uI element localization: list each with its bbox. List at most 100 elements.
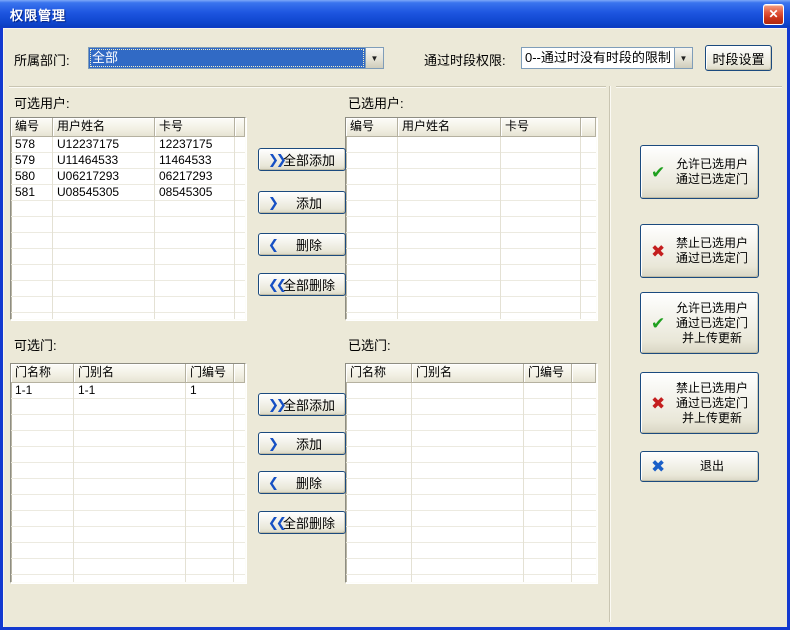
column-separator xyxy=(73,383,74,582)
table-cell: 06217293 xyxy=(155,169,235,185)
dialog-content: 所属部门: 全部 ▼ 通过时段权限: 0--通过时没有时段的限制 ▼ 时段设置 … xyxy=(3,28,787,627)
time-settings-button[interactable]: 时段设置 xyxy=(705,45,772,71)
table-cell: 579 xyxy=(11,153,53,169)
table-header: 门名称门别名门编号 xyxy=(11,364,245,383)
table-row[interactable]: 580U0621729306217293 xyxy=(11,169,245,185)
button-label: 删除 xyxy=(296,473,322,492)
allow-selected-users-through-doors-upload-button[interactable]: ✔ 允许已选用户通过已选定门 并上传更新 xyxy=(640,292,759,354)
title-bar[interactable]: 权限管理 ✕ xyxy=(0,0,790,28)
column-header[interactable]: 门编号 xyxy=(186,364,234,383)
check-icon: ✔ xyxy=(651,164,665,181)
exit-button[interactable]: ✖ 退出 xyxy=(640,451,759,482)
time-permission-select[interactable]: 0--通过时没有时段的限制 ▼ xyxy=(521,47,693,69)
doors-remove-button[interactable]: ❮ 删除 xyxy=(258,471,346,494)
table-row[interactable]: 1-11-11 xyxy=(11,383,245,399)
button-label: 全部添加 xyxy=(283,150,335,169)
button-label: 添加 xyxy=(296,434,322,453)
horizontal-divider xyxy=(9,86,606,87)
users-remove-all-button[interactable]: ❮❮ 全部删除 xyxy=(258,273,346,296)
available-doors-table[interactable]: 门名称门别名门编号1-11-11 xyxy=(10,363,246,583)
table-cell: 578 xyxy=(11,137,53,153)
table-row[interactable]: 578U1223717512237175 xyxy=(11,137,245,153)
users-add-all-button[interactable]: ❯❯ 全部添加 xyxy=(258,148,346,171)
horizontal-divider xyxy=(616,86,782,87)
button-label: 添加 xyxy=(296,193,322,212)
time-permission-selected-value: 0--通过时没有时段的限制 xyxy=(522,48,674,68)
department-select[interactable]: 全部 ▼ xyxy=(88,47,384,69)
allow-selected-users-through-doors-button[interactable]: ✔ 允许已选用户通过已选定门 xyxy=(640,145,759,199)
window-title: 权限管理 xyxy=(10,5,66,24)
column-separator xyxy=(523,383,524,582)
table-cell: 581 xyxy=(11,185,53,201)
column-separator xyxy=(571,383,572,582)
column-separator xyxy=(580,137,581,319)
department-selected-value: 全部 xyxy=(89,48,365,68)
table-cell: U08545305 xyxy=(53,185,155,201)
column-separator xyxy=(500,137,501,319)
button-label: 全部添加 xyxy=(283,395,335,414)
cross-icon: ✖ xyxy=(651,458,665,475)
column-header[interactable]: 门别名 xyxy=(412,364,524,383)
permission-management-window: 权限管理 ✕ 所属部门: 全部 ▼ 通过时段权限: 0--通过时没有时段的限制 … xyxy=(0,0,790,630)
double-chevron-left-icon: ❮❮ xyxy=(268,516,287,529)
column-header[interactable]: 编号 xyxy=(11,118,53,137)
check-icon: ✔ xyxy=(651,315,665,332)
button-label: 禁止已选用户通过已选定门并上传更新 xyxy=(671,381,753,426)
column-separator xyxy=(411,383,412,582)
column-header[interactable]: 用户姓名 xyxy=(53,118,155,137)
available-doors-label: 可选门: xyxy=(14,335,57,354)
chevron-down-icon[interactable]: ▼ xyxy=(365,48,383,68)
table-body xyxy=(346,383,596,582)
table-cell: 08545305 xyxy=(155,185,235,201)
doors-add-button[interactable]: ❯ 添加 xyxy=(258,432,346,455)
doors-add-all-button[interactable]: ❯❯ 全部添加 xyxy=(258,393,346,416)
table-row[interactable]: 581U0854530508545305 xyxy=(11,185,245,201)
table-body: 578U1223717512237175579U1146453311464533… xyxy=(11,137,245,319)
column-header[interactable]: 门名称 xyxy=(11,364,74,383)
column-separator xyxy=(185,383,186,582)
selected-doors-label: 已选门: xyxy=(348,335,391,354)
double-chevron-right-icon: ❯❯ xyxy=(268,153,287,166)
column-header[interactable]: 门别名 xyxy=(74,364,186,383)
button-label: 全部删除 xyxy=(283,275,335,294)
users-remove-button[interactable]: ❮ 删除 xyxy=(258,233,346,256)
column-header[interactable]: 卡号 xyxy=(155,118,235,137)
column-header[interactable]: 门编号 xyxy=(524,364,572,383)
available-users-table[interactable]: 编号用户姓名卡号578U1223717512237175579U11464533… xyxy=(10,117,246,320)
table-header: 编号用户姓名卡号 xyxy=(11,118,245,137)
button-label: 退出 xyxy=(671,459,753,474)
table-row[interactable]: 579U1146453311464533 xyxy=(11,153,245,169)
column-header[interactable]: 编号 xyxy=(346,118,398,137)
doors-remove-all-button[interactable]: ❮❮ 全部删除 xyxy=(258,511,346,534)
chevron-left-icon: ❮ xyxy=(268,476,279,489)
forbid-selected-users-through-doors-upload-button[interactable]: ✖ 禁止已选用户通过已选定门并上传更新 xyxy=(640,372,759,434)
users-add-button[interactable]: ❯ 添加 xyxy=(258,191,346,214)
selected-doors-table[interactable]: 门名称门别名门编号 xyxy=(345,363,597,583)
vertical-divider xyxy=(609,86,610,622)
selected-users-label: 已选用户: xyxy=(348,93,404,112)
cross-icon: ✖ xyxy=(651,243,665,260)
table-cell: 12237175 xyxy=(155,137,235,153)
available-users-label: 可选用户: xyxy=(14,93,70,112)
table-cell: 11464533 xyxy=(155,153,235,169)
column-header[interactable]: 用户姓名 xyxy=(398,118,501,137)
forbid-selected-users-through-doors-button[interactable]: ✖ 禁止已选用户通过已选定门 xyxy=(640,224,759,278)
table-body xyxy=(346,137,596,319)
time-permission-label: 通过时段权限: xyxy=(424,50,506,69)
table-cell: 1-1 xyxy=(11,383,74,399)
table-header: 编号用户姓名卡号 xyxy=(346,118,596,137)
table-cell: 580 xyxy=(11,169,53,185)
column-header-filler xyxy=(572,364,596,383)
table-cell: U06217293 xyxy=(53,169,155,185)
button-label: 删除 xyxy=(296,235,322,254)
column-header[interactable]: 卡号 xyxy=(501,118,581,137)
button-label: 禁止已选用户通过已选定门 xyxy=(671,236,753,266)
selected-users-table[interactable]: 编号用户姓名卡号 xyxy=(345,117,597,320)
table-header: 门名称门别名门编号 xyxy=(346,364,596,383)
close-icon[interactable]: ✕ xyxy=(763,4,784,25)
column-header[interactable]: 门名称 xyxy=(346,364,412,383)
chevron-down-icon[interactable]: ▼ xyxy=(674,48,692,68)
column-header-filler xyxy=(234,364,245,383)
cross-icon: ✖ xyxy=(651,395,665,412)
button-label: 允许已选用户通过已选定门 xyxy=(671,157,753,187)
